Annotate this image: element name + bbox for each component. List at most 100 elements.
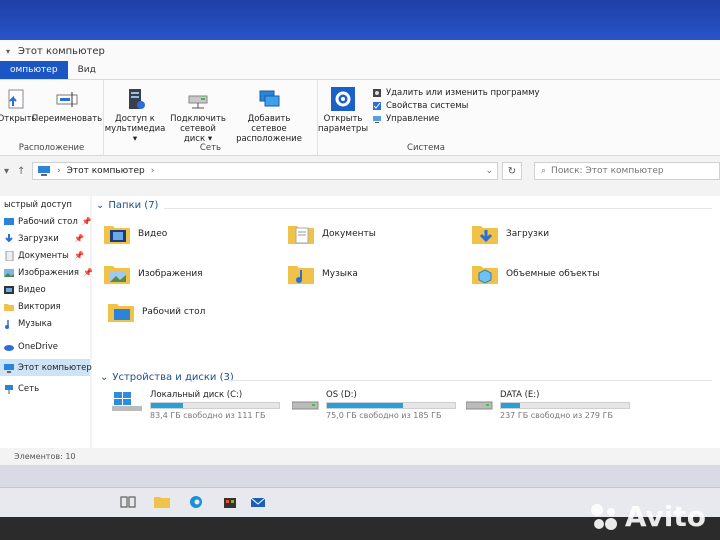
drive-c[interactable]: Локальный диск (C:) 83,4 ГБ свободно из … <box>112 390 280 420</box>
avito-watermark: Avito <box>589 500 706 533</box>
address-path[interactable]: Этот компьютер <box>67 166 145 176</box>
store-icon[interactable] <box>222 495 238 509</box>
media-server-icon <box>129 89 145 109</box>
nav-documents[interactable]: Документы 📌 <box>0 247 90 264</box>
computer-management-icon <box>373 116 381 123</box>
nav-videos[interactable]: Видео <box>0 281 90 298</box>
recent-locations-chevron-icon[interactable]: ▾ <box>4 166 9 177</box>
divider <box>228 380 712 381</box>
tab-computer[interactable]: омпьютер <box>0 61 68 79</box>
nav-label: Документы <box>18 250 69 261</box>
network-drive-icon <box>188 95 208 109</box>
nav-quick-access[interactable]: ыстрый доступ <box>0 196 90 213</box>
group-label-system: Система <box>407 143 445 153</box>
up-arrow-icon[interactable]: ↑ <box>17 166 25 177</box>
folder-icon <box>4 303 14 311</box>
collapse-chevron-icon[interactable]: ⌄ <box>100 372 108 383</box>
avito-wordmark: Avito <box>624 500 706 533</box>
nav-label: Этот компьютер <box>18 362 92 373</box>
address-bar[interactable]: › Этот компьютер › ⌄ <box>32 162 498 180</box>
settings-gear-icon <box>331 87 355 111</box>
nav-label: Изображения <box>18 267 80 278</box>
edge-browser-icon[interactable] <box>188 495 204 509</box>
nav-desktop[interactable]: Рабочий стол 📌 <box>0 213 92 230</box>
nav-onedrive[interactable]: OneDrive <box>0 338 90 355</box>
nav-label: Музыка <box>18 318 52 329</box>
collapse-chevron-icon[interactable]: ⌄ <box>96 200 104 211</box>
drive-usage-fill <box>151 403 183 408</box>
quick-access-toolbar-chevron-icon[interactable]: ▾ <box>6 47 10 56</box>
file-explorer-taskbar-icon[interactable] <box>154 495 170 509</box>
navigation-pane: ыстрый доступ Рабочий стол 📌 Загрузки 📌 До… <box>0 196 93 448</box>
nav-pictures[interactable]: Изображения 📌 <box>0 264 93 281</box>
folder-pictures[interactable]: Изображения <box>104 262 203 286</box>
folder-documents[interactable]: Документы <box>288 222 376 246</box>
nav-downloads[interactable]: Загрузки 📌 <box>0 230 90 247</box>
nav-arrows: ▾ ↑ <box>4 166 25 177</box>
folder-desktop[interactable]: Рабочий стол <box>108 300 205 324</box>
folder-3d-objects[interactable]: Объемные объекты <box>472 262 599 286</box>
drive-d[interactable]: OS (D:) 75,0 ГБ свободно из 185 ГБ <box>292 390 456 420</box>
drives-section-header[interactable]: ⌄ Устройства и диски (3) <box>100 372 234 383</box>
rename-label: Переименовать <box>31 114 103 124</box>
uninstall-program-button[interactable]: Удалить или изменить программу <box>372 88 540 98</box>
pin-icon: 📌 <box>74 251 84 260</box>
divider <box>164 208 712 209</box>
drive-e[interactable]: DATA (E:) 237 ГБ свободно из 279 ГБ <box>466 390 630 420</box>
documents-folder-icon <box>288 226 314 244</box>
rename-icon <box>56 92 78 107</box>
status-bar: Элементов: 10 <box>0 448 720 465</box>
programs-icon <box>373 89 381 97</box>
folders-section-header[interactable]: ⌄ Папки (7) <box>96 200 158 211</box>
task-view-icon[interactable] <box>120 495 136 509</box>
nav-network[interactable]: Сеть <box>0 380 90 397</box>
drive-free-space: 75,0 ГБ свободно из 185 ГБ <box>326 411 442 420</box>
nav-label: Рабочий стол <box>18 216 78 227</box>
nav-music[interactable]: Музыка <box>0 315 90 332</box>
ribbon-group-location: Открыть Переименовать Расположение <box>0 80 104 155</box>
open-settings-button[interactable]: Открыть параметры <box>318 86 368 134</box>
drive-info: DATA (E:) 237 ГБ свободно из 279 ГБ <box>500 390 630 420</box>
network-icon <box>5 384 13 394</box>
this-pc-icon <box>4 363 14 373</box>
open-button[interactable]: Открыть <box>0 86 36 124</box>
folder-downloads[interactable]: Загрузки <box>472 222 549 246</box>
nav-label: Загрузки <box>18 233 59 244</box>
system-properties-icon <box>373 102 381 110</box>
system-properties-button[interactable]: Свойства системы <box>372 101 540 111</box>
search-icon: ⌕ <box>541 166 547 176</box>
ribbon-group-network: Доступ к мультимедиа ▾ Подключить сетево… <box>104 80 318 155</box>
onedrive-cloud-icon <box>4 344 14 351</box>
drive-free-space: 83,4 ГБ свободно из 111 ГБ <box>150 411 266 420</box>
rename-button[interactable]: Переименовать <box>31 86 103 124</box>
folder-label: Рабочий стол <box>142 307 206 317</box>
folder-videos[interactable]: Видео <box>104 222 167 246</box>
search-input[interactable] <box>551 166 702 176</box>
add-network-location-label: Добавить сетевое расположение <box>236 114 302 144</box>
folder-label: Видео <box>138 229 168 239</box>
tab-view[interactable]: Вид <box>68 61 106 79</box>
content-pane: ⌄ Папки (7) Видео Документы Загрузки Изо… <box>92 196 720 448</box>
ribbon: Открыть Переименовать Расположение Досту… <box>0 80 720 156</box>
map-network-drive-button[interactable]: Подключить сетевой диск ▾ <box>166 86 230 144</box>
pin-icon: 📌 <box>74 234 84 243</box>
nav-viktoria[interactable]: Виктория <box>0 298 90 315</box>
group-label-network: Сеть <box>199 143 222 153</box>
address-separator-icon: › <box>57 166 61 176</box>
folder-label: Изображения <box>138 269 203 279</box>
refresh-button[interactable]: ↻ <box>502 162 522 180</box>
add-network-location-button[interactable]: Добавить сетевое расположение <box>230 86 308 144</box>
manage-button[interactable]: Управление <box>372 114 540 124</box>
media-access-label: Доступ к мультимедиа ▾ <box>104 114 166 144</box>
drive-usage-fill <box>327 403 403 408</box>
nav-this-pc[interactable]: Этот компьютер <box>0 359 92 376</box>
address-dropdown-icon[interactable]: ⌄ <box>485 166 493 176</box>
media-access-button[interactable]: Доступ к мультимедиа ▾ <box>104 86 166 144</box>
windows-drive-icon <box>112 392 142 411</box>
search-box[interactable]: ⌕ <box>534 162 720 180</box>
mail-icon[interactable] <box>250 495 266 509</box>
item-count: Элементов: 10 <box>14 452 76 461</box>
folder-label: Музыка <box>322 269 358 279</box>
drive-info: OS (D:) 75,0 ГБ свободно из 185 ГБ <box>326 390 456 420</box>
folder-music[interactable]: Музыка <box>288 262 358 286</box>
